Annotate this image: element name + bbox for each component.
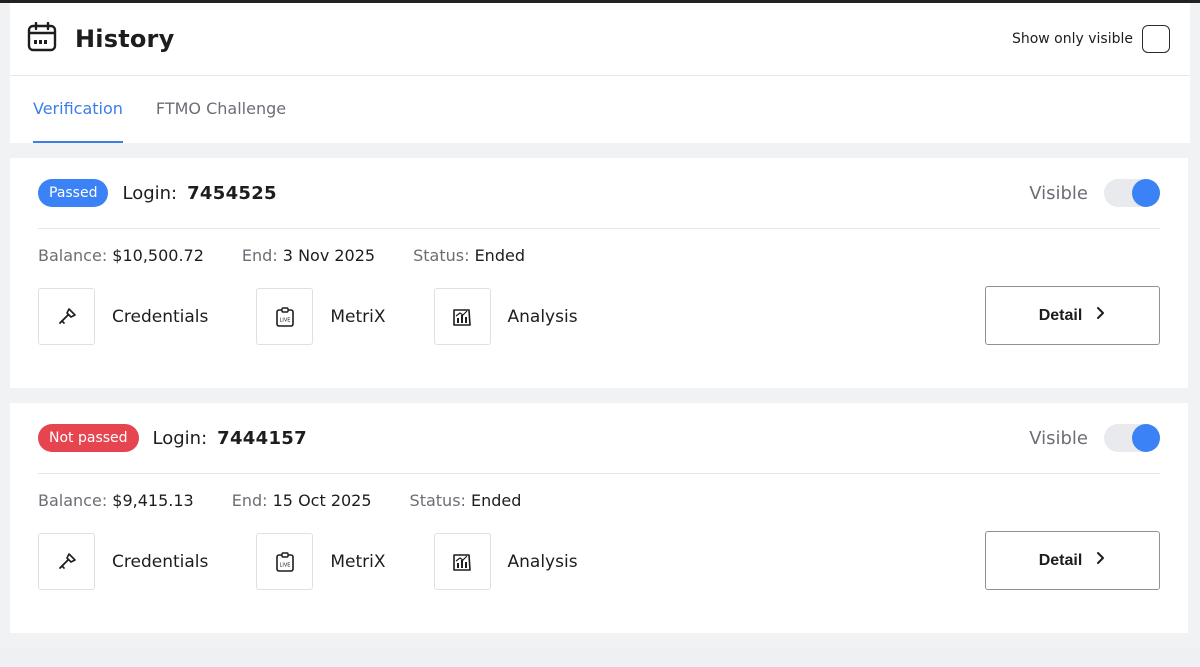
login-label: Login: xyxy=(152,427,208,449)
visibility-control: Visible xyxy=(1029,179,1160,207)
show-only-visible-filter[interactable]: Show only visible xyxy=(1012,25,1170,53)
chart-icon[interactable] xyxy=(433,533,491,590)
detail-label: Detail xyxy=(1038,306,1083,324)
account-card-header: Not passed Login: 7444157 Visible xyxy=(38,403,1160,474)
balance-label: Balance: xyxy=(38,246,108,265)
login-number: 7454525 xyxy=(187,182,277,204)
metrix-action[interactable]: LIVE MetriX xyxy=(256,533,386,590)
detail-button[interactable]: Detail xyxy=(985,286,1160,345)
balance-value: $9,415.13 xyxy=(112,491,194,510)
status: Status: Ended xyxy=(410,491,522,510)
analysis-label: Analysis xyxy=(507,551,578,572)
chart-icon[interactable] xyxy=(433,288,491,345)
toggle-knob xyxy=(1132,179,1160,207)
chevron-right-icon xyxy=(1096,306,1106,325)
key-icon[interactable] xyxy=(38,533,95,590)
history-header: History Show only visible Verification F… xyxy=(10,3,1190,143)
balance-value: $10,500.72 xyxy=(112,246,204,265)
end-date: End: 15 Oct 2025 xyxy=(232,491,372,510)
page-title: History xyxy=(75,25,175,53)
account-actions: Credentials LIVE MetriX Analysis xyxy=(38,533,626,590)
metrix-action[interactable]: LIVE MetriX xyxy=(256,288,386,345)
toggle-knob xyxy=(1132,424,1160,452)
account-card: Not passed Login: 7444157 Visible Balanc… xyxy=(10,403,1188,633)
visible-label: Visible xyxy=(1029,427,1088,449)
status-badge: Not passed xyxy=(38,424,139,452)
visible-toggle[interactable] xyxy=(1104,424,1160,452)
next-card-peek xyxy=(0,648,1200,667)
account-actions: Credentials LIVE MetriX Analysis xyxy=(38,288,626,345)
balance: Balance: $9,415.13 xyxy=(38,491,194,510)
metrix-label: MetriX xyxy=(330,551,386,572)
chevron-right-icon xyxy=(1096,551,1106,570)
visible-label: Visible xyxy=(1029,182,1088,204)
account-summary: Not passed Login: 7444157 xyxy=(38,424,307,452)
metrix-label: MetriX xyxy=(330,306,386,327)
login: Login: 7454525 xyxy=(122,183,276,204)
detail-button[interactable]: Detail xyxy=(985,531,1160,590)
status-label: Status: xyxy=(409,491,466,510)
visible-toggle[interactable] xyxy=(1104,179,1160,207)
svg-text:LIVE: LIVE xyxy=(279,562,290,568)
account-summary: Passed Login: 7454525 xyxy=(38,179,277,207)
end-label: End: xyxy=(231,491,268,510)
header-row: History Show only visible xyxy=(10,3,1190,76)
balance-label: Balance: xyxy=(38,491,108,510)
tab-ftmo-challenge[interactable]: FTMO Challenge xyxy=(156,76,286,142)
key-icon[interactable] xyxy=(38,288,95,345)
show-only-visible-label: Show only visible xyxy=(1011,31,1133,47)
svg-text:LIVE: LIVE xyxy=(279,317,290,323)
status-badge: Passed xyxy=(38,179,109,207)
account-card-header: Passed Login: 7454525 Visible xyxy=(38,158,1160,229)
visibility-control: Visible xyxy=(1029,424,1160,452)
credentials-label: Credentials xyxy=(112,306,209,327)
end-value: 15 Oct 2025 xyxy=(272,491,372,510)
status-value: Ended xyxy=(474,246,525,265)
end-date: End: 3 Nov 2025 xyxy=(242,246,375,265)
tab-verification[interactable]: Verification xyxy=(33,76,123,143)
analysis-action[interactable]: Analysis xyxy=(433,288,578,345)
login: Login: 7444157 xyxy=(153,428,307,449)
account-info: Balance: $9,415.13 End: 15 Oct 2025 Stat… xyxy=(38,491,521,510)
analysis-label: Analysis xyxy=(507,306,578,327)
status: Status: Ended xyxy=(413,246,525,265)
credentials-action[interactable]: Credentials xyxy=(38,288,208,345)
credentials-label: Credentials xyxy=(112,551,209,572)
end-label: End: xyxy=(241,246,278,265)
end-value: 3 Nov 2025 xyxy=(282,246,376,265)
analysis-action[interactable]: Analysis xyxy=(433,533,578,590)
calendar-icon xyxy=(27,21,57,56)
status-value: Ended xyxy=(471,491,522,510)
detail-label: Detail xyxy=(1038,551,1083,569)
title-wrap: History xyxy=(27,21,175,56)
balance: Balance: $10,500.72 xyxy=(38,246,204,265)
account-info: Balance: $10,500.72 End: 3 Nov 2025 Stat… xyxy=(38,246,525,265)
live-clipboard-icon[interactable]: LIVE xyxy=(256,288,314,345)
status-label: Status: xyxy=(413,246,470,265)
live-clipboard-icon[interactable]: LIVE xyxy=(256,533,314,590)
account-card: Passed Login: 7454525 Visible Balance: $… xyxy=(10,158,1188,388)
show-only-visible-checkbox[interactable] xyxy=(1142,25,1170,53)
login-label: Login: xyxy=(122,182,178,204)
history-tabs: Verification FTMO Challenge xyxy=(10,76,1190,143)
credentials-action[interactable]: Credentials xyxy=(38,533,208,590)
login-number: 7444157 xyxy=(217,427,307,449)
